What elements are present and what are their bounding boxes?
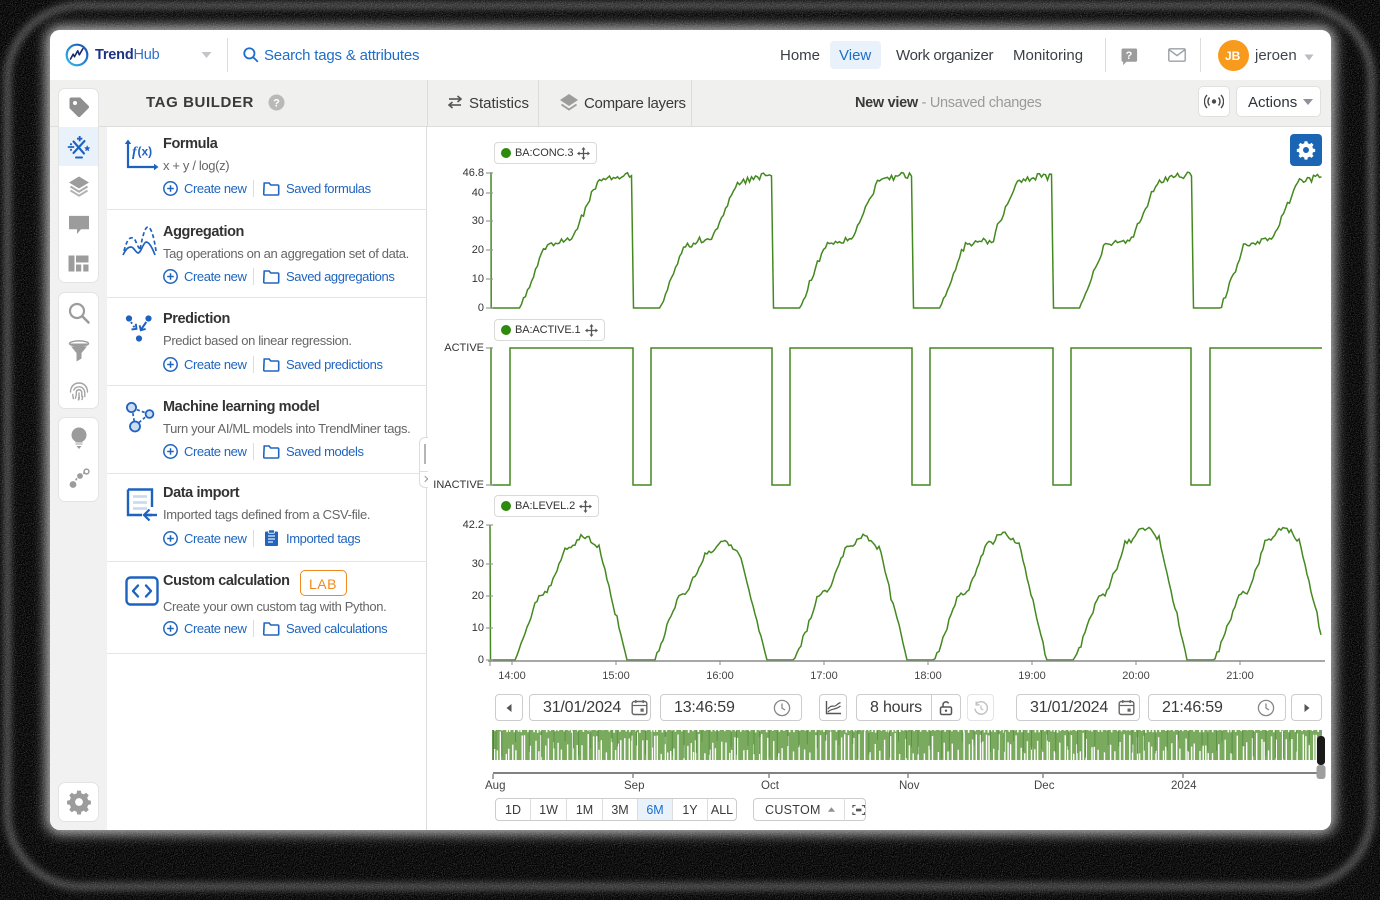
svg-text:(x): (x) (138, 145, 153, 159)
svg-text:?: ? (1126, 50, 1133, 62)
svg-text:?: ? (273, 98, 280, 110)
